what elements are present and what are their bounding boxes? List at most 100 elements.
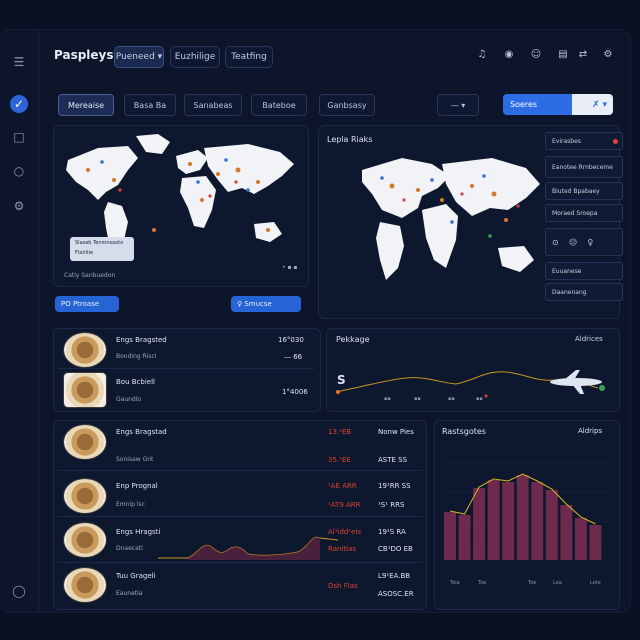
row-value-2: ASOSC.ER	[378, 590, 414, 598]
row-name: Enp Prognal	[116, 482, 158, 490]
primary-button-label: Soeres	[503, 94, 572, 115]
top-bar: Paspleys Pueneed ▾ Euzhilige Teatfing ♫ …	[38, 42, 623, 72]
box-icon[interactable]: ▤	[556, 49, 570, 63]
settings-icon[interactable]: ⚙	[9, 196, 29, 216]
x-tick: Lete	[590, 580, 601, 586]
user-icon[interactable]: ☺	[529, 49, 543, 63]
file-icon[interactable]: □	[9, 127, 29, 147]
row-red-value-2: 35.¹EE	[328, 456, 351, 464]
x-tick: Toe	[528, 580, 537, 586]
bar	[444, 512, 456, 560]
map-tooltip: Slaseb Tenmnsaoto Flairilie	[70, 237, 134, 261]
bar	[516, 475, 529, 560]
row-value-2: ¹S¹ RRS	[378, 501, 405, 509]
row-sparkline	[158, 536, 338, 560]
row-red-value-2: ¹AT9 ARR	[328, 501, 361, 509]
food-thumbnail	[64, 425, 106, 459]
legend-item-1[interactable]: Eanotee Rrnbeceme	[545, 156, 623, 178]
settings-icon[interactable]: ⚙	[601, 49, 615, 63]
row-name: Engs Hragsti	[116, 528, 161, 536]
map-footer: Catiy Sanbuedon	[64, 272, 116, 279]
list-item[interactable]: Engs Bragsted Bonding Riscl 16°030 — 66	[58, 332, 314, 369]
food-thumbnail	[64, 523, 106, 557]
pekkage-line-chart: ▪▪ ▪▪ ▪▪ ▪▪	[336, 370, 605, 402]
list-item[interactable]: Bou Bcbiell Gaundlo 1°4006	[58, 372, 314, 408]
item-value-2: — 66	[284, 353, 303, 361]
menu-icon[interactable]: ☰	[9, 52, 29, 72]
row-red-value: ¹AE ARR	[328, 482, 357, 490]
svg-text:▪▪: ▪▪	[414, 396, 421, 402]
filter-select[interactable]: — ▾	[437, 94, 479, 116]
chat-icon[interactable]: ○	[9, 161, 29, 181]
legend-item-3[interactable]: Moraed Sroepa	[545, 204, 623, 222]
row-sub: Emnip lsc	[116, 501, 145, 508]
bar	[560, 505, 573, 560]
primary-button[interactable]: Soeres ✗ ▾	[503, 94, 613, 115]
row-value: Nonw Pies	[378, 428, 414, 436]
row-sub: Sonisaw Gnt	[116, 456, 154, 463]
bar	[531, 482, 544, 560]
svg-text:▪▪: ▪▪	[476, 396, 483, 402]
bar	[458, 515, 471, 560]
bar	[473, 488, 486, 560]
tab-euzhilige[interactable]: Euzhilige	[170, 46, 220, 68]
row-value-2: CB¹DO EB	[378, 545, 413, 553]
filter-mereaise[interactable]: Mereaise	[58, 94, 114, 116]
x-tick: Tela	[450, 580, 460, 586]
row-sub: Dnaecatl	[116, 545, 143, 552]
legend-item-4[interactable]: ⊙ ☹ ♀	[545, 228, 623, 256]
ptroase-button[interactable]: PO Ptroase	[55, 296, 119, 312]
food-thumbnail	[64, 479, 106, 513]
sidebar: ☰ ✓ □ ○ ⚙ ◯	[0, 30, 39, 612]
svg-text:▪▪: ▪▪	[384, 396, 391, 402]
pekkage-point	[336, 390, 340, 394]
pekkage-title: Pekkage	[336, 335, 370, 344]
table-row[interactable]: Tuu Grageli Eaunetia Dsh Flas L9¹EA.BB A…	[58, 566, 422, 606]
row-value: L9¹EA.BB	[378, 572, 411, 580]
world-map-right[interactable]	[322, 150, 544, 300]
item-value: 16°030	[278, 336, 304, 344]
filter-ganbsasy[interactable]: Ganbsasy	[319, 94, 375, 116]
filter-basa[interactable]: Basa Ba	[124, 94, 176, 116]
legend-item-5[interactable]: Euuanese	[545, 262, 623, 280]
legend-item-2[interactable]: Biuted Bpabaey	[545, 182, 623, 200]
item-value: 1°4006	[282, 388, 308, 396]
item-sub: Bonding Riscl	[116, 353, 157, 360]
item-sub: Gaundlo	[116, 396, 142, 403]
compass-icon[interactable]: ✓	[10, 95, 28, 113]
power-icon[interactable]: ◯	[9, 581, 29, 601]
bar	[589, 525, 602, 560]
pekkage-point	[484, 394, 488, 398]
x-tick: Toe	[478, 580, 487, 586]
primary-button-extra: ✗ ▾	[572, 94, 613, 115]
table-row[interactable]: Enp Prognal Emnip lsc ¹AE ARR ¹AT9 ARR 1…	[58, 476, 422, 517]
music-icon[interactable]: ♫	[475, 49, 489, 63]
row-red-value: 13.¹EB	[328, 428, 352, 436]
food-thumbnail	[64, 373, 106, 407]
bar	[502, 482, 515, 560]
filter-sanabeas[interactable]: Sanabeas	[184, 94, 242, 116]
filter-bateboe[interactable]: Bateboe	[251, 94, 307, 116]
legend-item-6[interactable]: Daanenang	[545, 283, 623, 301]
bar	[545, 490, 558, 560]
tab-teatfing[interactable]: Teatfing	[225, 46, 273, 68]
table-row[interactable]: Engs Bragstad Sonisaw Gnt 13.¹EB 35.¹EE …	[58, 422, 422, 471]
map-right-title: Lepla Riaks	[327, 135, 373, 144]
legend-item-0[interactable]: Evirasbes	[545, 132, 623, 150]
smucse-button[interactable]: ♀ Smucse	[231, 296, 301, 312]
row-value: 19¹S RA	[378, 528, 406, 536]
row-name: Tuu Grageli	[116, 572, 156, 580]
food-thumbnail	[64, 568, 106, 602]
legend-label-0: Evirasbes	[552, 137, 581, 145]
share-icon[interactable]: ⇄	[576, 49, 590, 63]
row-red-value: Al¹idd¹eis	[328, 528, 362, 536]
row-value: 19¹RR SS	[378, 482, 411, 490]
bar-chart-action[interactable]: Aldrips	[578, 427, 602, 435]
bar	[574, 518, 587, 560]
tab-pueneed[interactable]: Pueneed ▾	[114, 46, 164, 68]
row-sub: Eaunetia	[116, 590, 143, 597]
globe-icon[interactable]: ◉	[502, 49, 516, 63]
table-row[interactable]: Engs Hragsti Dnaecatl Al¹idd¹eis Ranitla…	[58, 520, 422, 563]
map-tooltip-sub: Flairilie	[75, 250, 94, 256]
pekkage-action[interactable]: Aldrices	[575, 335, 603, 343]
